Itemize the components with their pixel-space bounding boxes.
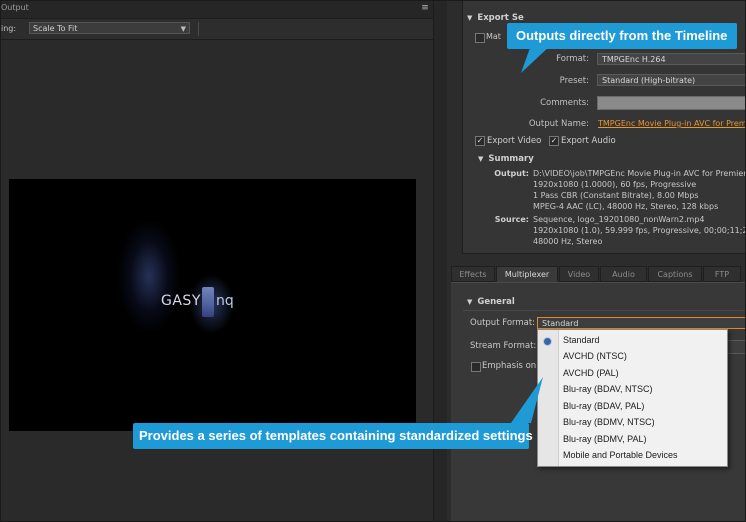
match-sequence-checkbox[interactable]	[475, 33, 485, 43]
menu-item-avchd-pal[interactable]: AVCHD (PAL)	[563, 368, 619, 378]
menu-item-bdav-ntsc[interactable]: Blu-ray (BDAV, NTSC)	[563, 384, 653, 394]
preview-logo-tail: nq	[216, 293, 234, 309]
tab-captions[interactable]: Captions	[648, 266, 702, 282]
disclosure-triangle-icon: ▼	[467, 298, 473, 306]
emphasis-checkbox[interactable]	[471, 362, 481, 372]
match-sequence-label: Mat	[486, 32, 501, 41]
summary-output-key: Output:	[494, 169, 529, 178]
callout-timeline: Outputs directly from the Timeline	[507, 23, 737, 49]
callout-pointer	[511, 377, 543, 423]
menu-item-bdmv-pal[interactable]: Blu-ray (BDMV, PAL)	[563, 434, 647, 444]
menu-item-mobile[interactable]: Mobile and Portable Devices	[563, 450, 678, 460]
output-name-label: Output Name:	[528, 119, 589, 129]
menu-item-bdmv-ntsc[interactable]: Blu-ray (BDMV, NTSC)	[563, 417, 655, 427]
selected-radio-icon	[544, 338, 551, 345]
emphasis-label: Emphasis on p	[482, 361, 545, 371]
export-settings-header[interactable]: ▼ Export Se	[467, 13, 524, 23]
disclosure-triangle-icon: ▼	[467, 14, 473, 22]
scaling-value: Scale To Fit	[33, 24, 78, 33]
panel-menu-icon[interactable]: ≡	[419, 3, 431, 14]
summary-source-line: Sequence, logo_19201080_nonWarn2.mp4	[533, 215, 705, 224]
settings-tabs: Effects Multiplexer Video Audio Captions…	[451, 266, 745, 282]
output-name-link[interactable]: TMPGEnc Movie Plug-in AVC for Premiere	[598, 119, 745, 128]
summary-output-line: MPEG-4 AAC (LC), 48000 Hz, Stereo, 128 k…	[533, 202, 719, 211]
menu-item-avchd-ntsc[interactable]: AVCHD (NTSC)	[563, 351, 627, 361]
format-dropdown[interactable]: TMPGEnc H.264	[597, 53, 745, 65]
comments-input[interactable]	[597, 96, 745, 110]
divider	[198, 22, 199, 36]
application-window: Output ≡ ing: Scale To Fit ▼ GASY nq ▼ Ex…	[0, 0, 746, 522]
tab-ftp[interactable]: FTP	[703, 266, 741, 282]
video-preview: GASY nq	[9, 179, 416, 431]
summary-source-key: Source:	[494, 215, 529, 224]
preset-dropdown[interactable]: Standard (High-bitrate)	[597, 74, 745, 86]
summary-output-line: 1920x1080 (1.0000), 60 fps, Progressive	[533, 180, 697, 189]
export-video-checkbox[interactable]: ✓	[475, 136, 485, 146]
export-audio-label: Export Audio	[561, 136, 616, 146]
summary-output-line: D:\VIDEO\job\TMPGEnc Movie Plug-in AVC f…	[533, 169, 746, 178]
tab-video[interactable]: Video	[559, 266, 599, 282]
divider	[463, 310, 745, 311]
tab-audio[interactable]: Audio	[600, 266, 647, 282]
preview-logo-text: GASY	[161, 293, 201, 309]
output-format-label: Output Format:	[470, 318, 536, 328]
disclosure-triangle-icon: ▼	[478, 155, 484, 163]
output-format-menu: Standard AVCHD (NTSC) AVCHD (PAL) Blu-ra…	[537, 329, 728, 467]
scaling-row: ing: Scale To Fit ▼	[1, 19, 433, 40]
callout-templates: Provides a series of templates containin…	[133, 423, 533, 449]
output-format-dropdown[interactable]: Standard	[537, 317, 745, 329]
summary-source-line: 1920x1080 (1.0), 59.999 fps, Progressive…	[533, 226, 746, 235]
scaling-label: ing:	[1, 24, 17, 33]
tab-effects[interactable]: Effects	[451, 266, 495, 282]
preset-label: Preset:	[559, 76, 589, 86]
tab-multiplexer[interactable]: Multiplexer	[496, 266, 558, 282]
menu-item-standard[interactable]: Standard	[563, 335, 600, 345]
tab-output[interactable]: Output	[1, 3, 29, 12]
general-section-header[interactable]: ▼ General	[467, 297, 515, 307]
menu-item-bdav-pal[interactable]: Blu-ray (BDAV, PAL)	[563, 401, 644, 411]
export-audio-checkbox[interactable]: ✓	[549, 136, 559, 146]
summary-source-line: 48000 Hz, Stereo	[533, 237, 603, 246]
stream-format-label: Stream Format:	[470, 341, 537, 351]
callout-pointer	[521, 45, 551, 73]
panel-header: Output ≡	[1, 1, 433, 19]
scaling-dropdown[interactable]: Scale To Fit ▼	[29, 22, 190, 34]
preview-logo-mark	[202, 287, 214, 317]
export-video-label: Export Video	[487, 136, 542, 146]
summary-header[interactable]: ▼ Summary	[478, 154, 534, 164]
comments-label: Comments:	[540, 98, 589, 108]
summary-output-line: 1 Pass CBR (Constant Bitrate), 8.00 Mbps	[533, 191, 699, 200]
chevron-down-icon: ▼	[180, 25, 186, 33]
preview-glow	[119, 221, 179, 331]
